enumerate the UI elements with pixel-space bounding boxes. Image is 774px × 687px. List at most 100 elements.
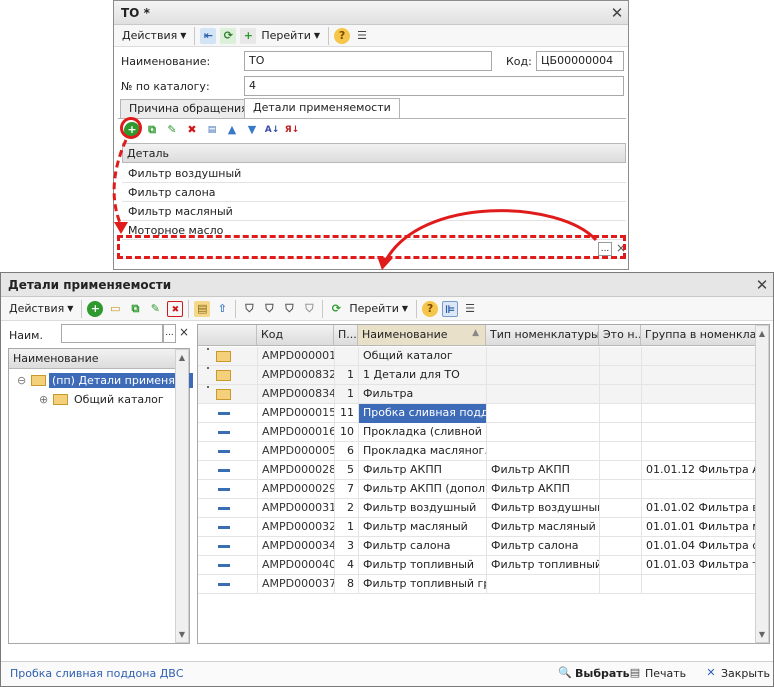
- folder-icon: [216, 389, 231, 400]
- cell-code: AMPD000031: [257, 499, 334, 518]
- cell-is: [599, 499, 641, 518]
- scroll-up-icon[interactable]: ▲: [176, 353, 188, 362]
- level-up-icon[interactable]: ⇧: [214, 301, 230, 317]
- item-icon: [218, 507, 230, 510]
- select-icon: 🔍: [558, 666, 572, 679]
- cell-name: 1 Детали для ТО: [358, 366, 486, 385]
- tree-label: (пп) Детали применяем: [49, 373, 193, 388]
- table-row[interactable]: AMPD0000378Фильтр топливный гр...: [198, 575, 755, 594]
- separator: [322, 299, 324, 318]
- refresh-icon[interactable]: ⟳: [328, 301, 344, 317]
- table-row[interactable]: AMPD000028 5 Фильтр АКПП Фильтр АКПП 01.01.1…: [198, 461, 755, 480]
- cell-code: AMPD000034: [257, 537, 334, 556]
- cell-type: Фильтр воздушный: [486, 499, 599, 518]
- tree-view-icon[interactable]: ⊫: [442, 300, 459, 317]
- filter-list-icon[interactable]: ⛉: [281, 301, 297, 317]
- close-icon[interactable]: ✕: [751, 276, 773, 294]
- table-row[interactable]: AMPD000032 1 Фильтр масляный Фильтр масляны…: [198, 518, 755, 537]
- cell-is: [599, 423, 641, 442]
- scroll-up-icon[interactable]: ▲: [756, 329, 768, 338]
- filter-off-icon[interactable]: ⛉: [301, 301, 317, 317]
- cell-code: AMPD000040: [257, 556, 334, 575]
- col-group-header[interactable]: Группа в номенклату: [641, 325, 755, 345]
- scroll-down-icon[interactable]: ▼: [756, 630, 768, 639]
- cell-code: AMPD000037: [257, 575, 334, 594]
- print-button[interactable]: ▤ Печать: [625, 665, 686, 681]
- tree-node-general[interactable]: ⊕ Общий каталог: [39, 391, 164, 408]
- cell-code: AMPD000016: [257, 423, 334, 442]
- grid-vscroll[interactable]: ▲ ▼: [755, 325, 769, 643]
- cell-is: [599, 366, 641, 385]
- dropdown-arrow-icon: ▼: [401, 304, 409, 313]
- table-row[interactable]: AMPD000005 6 Прокладка масляног...: [198, 442, 755, 461]
- add-folder-icon[interactable]: ▭: [107, 301, 123, 317]
- table-row[interactable]: AMPD000034 3 Фильтр салона Фильтр салона 01.…: [198, 537, 755, 556]
- collapse-icon[interactable]: ⊖: [17, 374, 31, 387]
- table-row[interactable]: AMPD000029 7 Фильтр АКПП (допол... Фильтр А…: [198, 480, 755, 499]
- filter-value-icon[interactable]: ⛉: [261, 301, 277, 317]
- table-row[interactable]: AMPD000040 4 Фильтр топливный Фильтр топлив…: [198, 556, 755, 575]
- edit-pencil-icon[interactable]: ✎: [147, 301, 163, 317]
- actions-menu[interactable]: Действия ▼: [6, 300, 76, 318]
- cell-group: 01.01.02 Фильтра во: [641, 499, 755, 518]
- search-select-button[interactable]: ...: [163, 324, 176, 343]
- table-row[interactable]: AMPD000015 11 Пробка сливная подд...: [198, 404, 755, 423]
- col-icon-header[interactable]: [198, 325, 257, 345]
- filter-icon[interactable]: ⛉: [241, 301, 257, 317]
- mark-delete-icon[interactable]: ✖: [167, 300, 184, 317]
- table-row[interactable]: AMPD000001 Общий каталог: [198, 347, 755, 366]
- table-row[interactable]: AMPD000832 1 1 Детали для ТО: [198, 366, 755, 385]
- col-code-header[interactable]: Код: [257, 325, 334, 345]
- expand-icon[interactable]: ⊕: [39, 393, 53, 406]
- col-name-header[interactable]: Наименование ▲: [358, 325, 486, 345]
- folder-icon: [53, 394, 68, 405]
- close-button[interactable]: ✕ Закрыть: [701, 665, 770, 681]
- col-type-header[interactable]: Тип номенклатуры: [486, 325, 599, 345]
- select-button[interactable]: 🔍 Выбрать: [555, 665, 630, 681]
- goto-menu[interactable]: Перейти ▼: [346, 300, 411, 318]
- hierarchy-icon[interactable]: ▤: [194, 300, 211, 317]
- table-row[interactable]: AMPD000031 2 Фильтр воздушный Фильтр воздуш…: [198, 499, 755, 518]
- cell-code: AMPD000028: [257, 461, 334, 480]
- cell-group: [641, 575, 755, 594]
- cell-is: [599, 518, 641, 537]
- list-settings-icon[interactable]: ☰: [462, 301, 478, 317]
- arrow-line-1: [112, 139, 128, 226]
- search-clear-icon[interactable]: ×: [179, 325, 189, 339]
- table-row[interactable]: AMPD00001610Прокладка (сливной п...: [198, 423, 755, 442]
- cell-p: 10: [334, 423, 358, 442]
- cell-name: Фильтр АКПП: [358, 461, 486, 480]
- cell-is: [599, 442, 641, 461]
- cell-name: Прокладка масляног...: [358, 442, 486, 461]
- cell-type: [486, 423, 599, 442]
- cell-code: AMPD000005: [257, 442, 334, 461]
- cell-is: [599, 461, 641, 480]
- search-input[interactable]: [61, 324, 163, 343]
- cell-p: 1: [334, 518, 358, 537]
- copy-icon[interactable]: ⧉: [127, 301, 143, 317]
- cell-name: Фильтр топливный: [358, 556, 486, 575]
- cell-code: AMPD000029: [257, 480, 334, 499]
- cell-is: [599, 385, 641, 404]
- scroll-down-icon[interactable]: ▼: [176, 630, 188, 639]
- cell-is: [599, 347, 641, 366]
- add-icon[interactable]: +: [87, 300, 104, 317]
- status-text: Пробка сливная поддона ДВС: [10, 667, 184, 680]
- cell-name: Фильтр салона: [358, 537, 486, 556]
- cell-type: Фильтр салона: [486, 537, 599, 556]
- tree-node-root[interactable]: ⊖ (пп) Детали применяем: [17, 372, 193, 389]
- col-is-header[interactable]: Это н...: [599, 325, 641, 345]
- cell-name: Фильтр топливный гр...: [358, 575, 486, 594]
- col-p-header[interactable]: П...: [334, 325, 358, 345]
- actions-label: Действия: [9, 302, 65, 315]
- tree-panel: Наименование ⊖ (пп) Детали применяем ⊕ О…: [8, 348, 193, 644]
- table-row[interactable]: AMPD000834 1 Фильтра: [198, 385, 755, 404]
- help-icon[interactable]: ?: [422, 300, 439, 317]
- item-icon: [218, 583, 230, 586]
- tree-header[interactable]: Наименование: [9, 349, 175, 369]
- cell-name: Фильтр воздушный: [358, 499, 486, 518]
- folder-icon: [31, 375, 46, 386]
- tree-scrollbar[interactable]: ▲ ▼: [175, 349, 189, 643]
- selection-window: Детали применяемости ✕ Действия ▼ + ▭ ⧉ ✎…: [0, 272, 774, 687]
- cell-type: [486, 404, 599, 423]
